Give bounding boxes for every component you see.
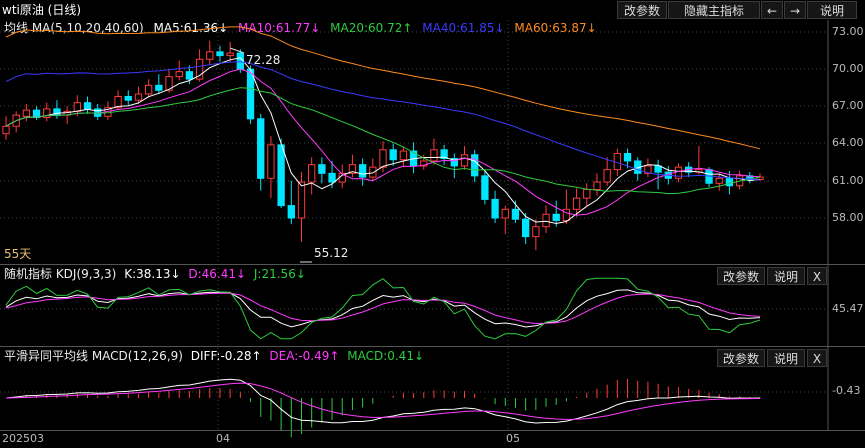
y-tick: 61.00	[832, 174, 864, 187]
x-tick: 04	[216, 432, 230, 445]
candle-body	[623, 153, 632, 162]
candle-body	[185, 71, 194, 80]
macd-help-button[interactable]: 说明	[767, 349, 805, 367]
days-count-label: 55天	[4, 247, 32, 261]
kdj-help-button[interactable]: 说明	[767, 267, 805, 285]
candle-body	[593, 181, 601, 190]
macd-diff-value: DIFF:-0.28↑	[190, 349, 262, 363]
candle-body	[521, 218, 530, 238]
kdj-indicator-name: 随机指标 KDJ(9,3,3)	[4, 267, 117, 281]
panel-divider	[0, 346, 865, 347]
candle-body	[318, 164, 326, 174]
macd-dea-line	[5, 382, 761, 420]
candle-body	[267, 144, 275, 179]
kdj-k-line	[5, 289, 761, 328]
candle-body	[542, 213, 550, 228]
kdj-legend: 随机指标 KDJ(9,3,3) K:38.13↓ D:46.41↓ J:21.5…	[4, 266, 306, 282]
candle-body	[277, 144, 285, 207]
candle-body	[399, 150, 408, 161]
candle-body	[583, 188, 591, 199]
candle-body	[328, 172, 336, 183]
macd-dea-value: DEA:-0.49↑	[269, 349, 340, 363]
candle-body	[460, 154, 469, 167]
y-tick: 67.00	[832, 99, 864, 112]
kdj-y-tick: 45.47	[832, 302, 864, 315]
candle-body	[246, 68, 255, 120]
candle-body	[287, 205, 295, 219]
candle-body	[206, 51, 214, 60]
macd-legend: 平滑异同平均线 MACD(12,26,9) DIFF:-0.28↑ DEA:-0…	[4, 348, 424, 364]
candle-body	[511, 208, 520, 220]
candle-body	[297, 181, 306, 219]
candle-body	[481, 175, 489, 200]
macd-value: MACD:0.41↓	[347, 349, 425, 363]
candle-body	[226, 52, 234, 57]
candle-body	[389, 149, 397, 161]
macd-modify-button[interactable]: 改参数	[717, 349, 765, 367]
x-tick: 202503	[2, 432, 44, 445]
candle-body	[124, 95, 132, 101]
candle-body	[144, 84, 153, 95]
candle-body	[216, 51, 224, 57]
candle-body	[257, 118, 265, 179]
candle-body	[552, 213, 560, 221]
candle-body	[236, 52, 245, 70]
ma60-line	[5, 26, 761, 150]
candle-body	[175, 71, 183, 78]
candle-body	[491, 198, 499, 219]
candle-body	[430, 149, 438, 162]
price-chart[interactable]	[0, 0, 865, 448]
candle-body	[501, 208, 509, 219]
candle-body	[155, 84, 163, 91]
high-price-label: 72.28	[246, 53, 281, 67]
candle-body	[308, 164, 316, 183]
y-tick: 73.00	[832, 25, 864, 38]
kdj-modify-button[interactable]: 改参数	[717, 267, 765, 285]
candle-body	[572, 197, 581, 210]
macd-indicator-name: 平滑异同平均线 MACD(12,26,9)	[4, 349, 183, 363]
low-price-label: 55.12	[314, 246, 349, 260]
candle-body	[369, 166, 377, 178]
y-tick: 64.00	[832, 136, 864, 149]
macd-y-tick: -0.43	[832, 384, 861, 397]
x-axis-line	[0, 430, 865, 431]
macd-close-button[interactable]: X	[807, 349, 827, 367]
candle-body	[603, 169, 611, 183]
kdj-close-button[interactable]: X	[807, 267, 827, 285]
candle-body	[562, 208, 571, 221]
panel-divider	[0, 264, 865, 265]
candle-body	[654, 165, 662, 173]
ma5-line	[5, 57, 761, 225]
y-tick: 70.00	[832, 62, 864, 75]
kdj-k-value: K:38.13↓	[124, 267, 181, 281]
candle-body	[73, 102, 81, 112]
macd-diff-line	[5, 378, 761, 424]
candle-body	[532, 226, 540, 238]
candle-body	[725, 177, 734, 187]
kdj-j-line	[5, 277, 761, 340]
candle-body	[83, 102, 92, 110]
x-tick: 05	[506, 432, 520, 445]
candle-body	[22, 109, 31, 117]
y-tick: 58.00	[832, 211, 864, 224]
candle-body	[134, 93, 143, 101]
candle-body	[715, 177, 723, 184]
kdj-j-value: J:21.56↓	[253, 267, 306, 281]
candle-body	[379, 149, 387, 168]
candle-body	[358, 164, 367, 178]
candle-body	[2, 125, 10, 135]
kdj-d-value: D:46.41↓	[188, 267, 247, 281]
candle-body	[471, 154, 479, 177]
